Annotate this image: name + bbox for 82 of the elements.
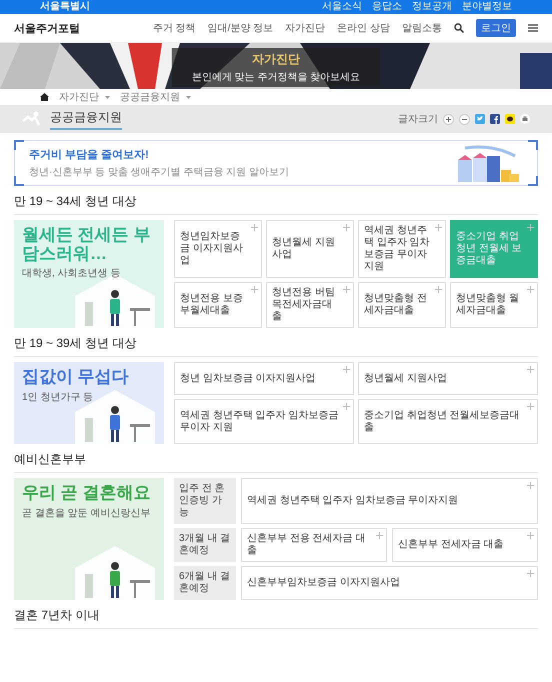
row-label: 입주 전 혼인증빙 가능: [174, 478, 236, 524]
plus-icon: [251, 286, 258, 293]
promo-text: 대학생, 사회초년생 등: [22, 267, 122, 280]
login-button[interactable]: 로그인: [476, 19, 516, 37]
plus-icon: [527, 224, 534, 231]
top-link[interactable]: 분야별정보: [462, 0, 512, 14]
nav-item[interactable]: 임대/분양 정보: [208, 21, 274, 35]
banner-title: 주거비 부담을 줄여보자!: [29, 148, 150, 162]
plus-icon: [527, 286, 534, 293]
policy-card[interactable]: 청년임차보증금 이자지원사업: [174, 220, 262, 278]
policy-card[interactable]: 청년맞춤형 월세자금대출: [450, 282, 538, 328]
policy-card[interactable]: 신혼부부 전용 전세자금 대출: [241, 528, 387, 562]
policy-card[interactable]: 역세권 청년주택 입주자 임차보증금 무이자 지원: [174, 399, 354, 444]
promo-title: 집값이 무섭다: [22, 368, 130, 387]
section-heading: 만 19 ~ 34세 청년 대상: [14, 190, 538, 215]
plus-icon: [527, 403, 534, 410]
policy-card[interactable]: 청년맞춤형 전세자금대출: [358, 282, 446, 328]
policy-card[interactable]: 청년월세 지원사업: [266, 220, 354, 278]
promo-title: 우리 곧 결혼해요: [22, 484, 152, 503]
info-banner[interactable]: 주거비 부담을 줄여보자! 청년·신혼부부 등 맞춤 생애주기별 주택금융 지원 알아보기: [14, 140, 538, 186]
plus-icon: [527, 532, 534, 539]
promo-text: 1인 청년가구 등: [22, 390, 94, 404]
search-icon[interactable]: [454, 23, 464, 33]
minus-icon: [462, 116, 467, 122]
corner-bracket: [14, 140, 24, 150]
plus-icon: [251, 224, 258, 231]
promo-title: 월세든 전세든 부담스러워…: [22, 226, 152, 264]
policy-card[interactable]: 역세권 청년주택 입주자 임차보증금 무이자 지원: [358, 220, 446, 278]
section-heading: 만 19 ~ 39세 청년 대상: [14, 332, 538, 357]
policy-card[interactable]: 청년전용 보증부월세대출: [174, 282, 262, 328]
plus-icon: [527, 570, 534, 577]
plus-icon: [343, 366, 350, 373]
print-icon[interactable]: [520, 114, 530, 124]
hero-subtitle: 본인에게 맞는 주거정책을 찾아보세요: [192, 71, 360, 84]
home-icon[interactable]: [40, 93, 49, 101]
city-logo[interactable]: 서울특별시: [40, 0, 90, 14]
nav-item[interactable]: 자가진단: [285, 21, 326, 35]
top-link[interactable]: 응답소: [372, 0, 402, 14]
banner-text: 청년·신혼부부 등 맞춤 생애주기별 주택금융 지원 알아보기: [29, 166, 289, 179]
facebook-icon[interactable]: [490, 114, 500, 124]
policy-card[interactable]: 신혼부부 전세자금 대출: [392, 528, 538, 562]
plus-icon: [435, 286, 442, 293]
nav-item[interactable]: 온라인 상담: [337, 21, 390, 35]
menu-icon[interactable]: [528, 24, 538, 32]
plus-icon: [435, 224, 442, 231]
hero-title: 자가진단: [252, 51, 300, 68]
top-link[interactable]: 서울소식: [322, 0, 362, 14]
site-logo[interactable]: 서울주거포털: [14, 20, 80, 36]
font-size-label: 글자크기: [398, 113, 438, 126]
plus-icon: [343, 403, 350, 410]
corner-bracket: [14, 176, 24, 186]
caret-icon: [105, 96, 110, 98]
zoom-out-button[interactable]: [459, 114, 470, 124]
nav-item[interactable]: 알림소통: [402, 21, 442, 35]
plus-icon: [376, 532, 383, 539]
promo-text: 곧 결혼을 앞둔 예비신랑신부: [22, 506, 152, 520]
bird-share-icon[interactable]: [475, 114, 485, 124]
section-heading: 예비신혼부부: [14, 448, 538, 473]
caret-icon: [186, 96, 191, 98]
breadcrumb-dropdown[interactable]: 공공금융지원: [120, 90, 191, 104]
plus-icon: [446, 116, 451, 122]
plus-icon: [527, 366, 534, 373]
policy-card[interactable]: 청년전용 버팀목전세자금대출: [266, 282, 354, 328]
corner-bracket: [528, 176, 538, 186]
top-link[interactable]: 정보공개: [412, 0, 452, 14]
nav-item[interactable]: 주거 정책: [152, 21, 196, 35]
policy-card[interactable]: 중소기업 취업청년 전월세보증금대출: [358, 399, 538, 444]
policy-card[interactable]: 청년월세 지원사업: [358, 362, 538, 395]
plus-icon: [343, 224, 350, 231]
policy-card[interactable]: 청년 임차보증금 이자지원사업: [174, 362, 354, 395]
corner-bracket: [528, 140, 538, 150]
chat-share-icon[interactable]: [505, 114, 515, 124]
row-label: 6개월 내 결혼예정: [174, 566, 236, 600]
zoom-in-button[interactable]: [443, 114, 454, 124]
row-label: 3개월 내 결혼예정: [174, 528, 236, 562]
plus-icon: [527, 482, 534, 489]
policy-card[interactable]: 역세권 청년주택 입주자 임차보증금 무이자지원: [241, 478, 538, 524]
section-heading: 결혼 7년차 이내: [14, 604, 538, 629]
breadcrumb-dropdown[interactable]: 자가진단: [59, 90, 110, 104]
policy-card[interactable]: 신혼부부임차보증금 이자지원사업: [241, 566, 538, 600]
plus-icon: [343, 286, 350, 293]
page-title: 공공금융지원: [50, 108, 122, 130]
